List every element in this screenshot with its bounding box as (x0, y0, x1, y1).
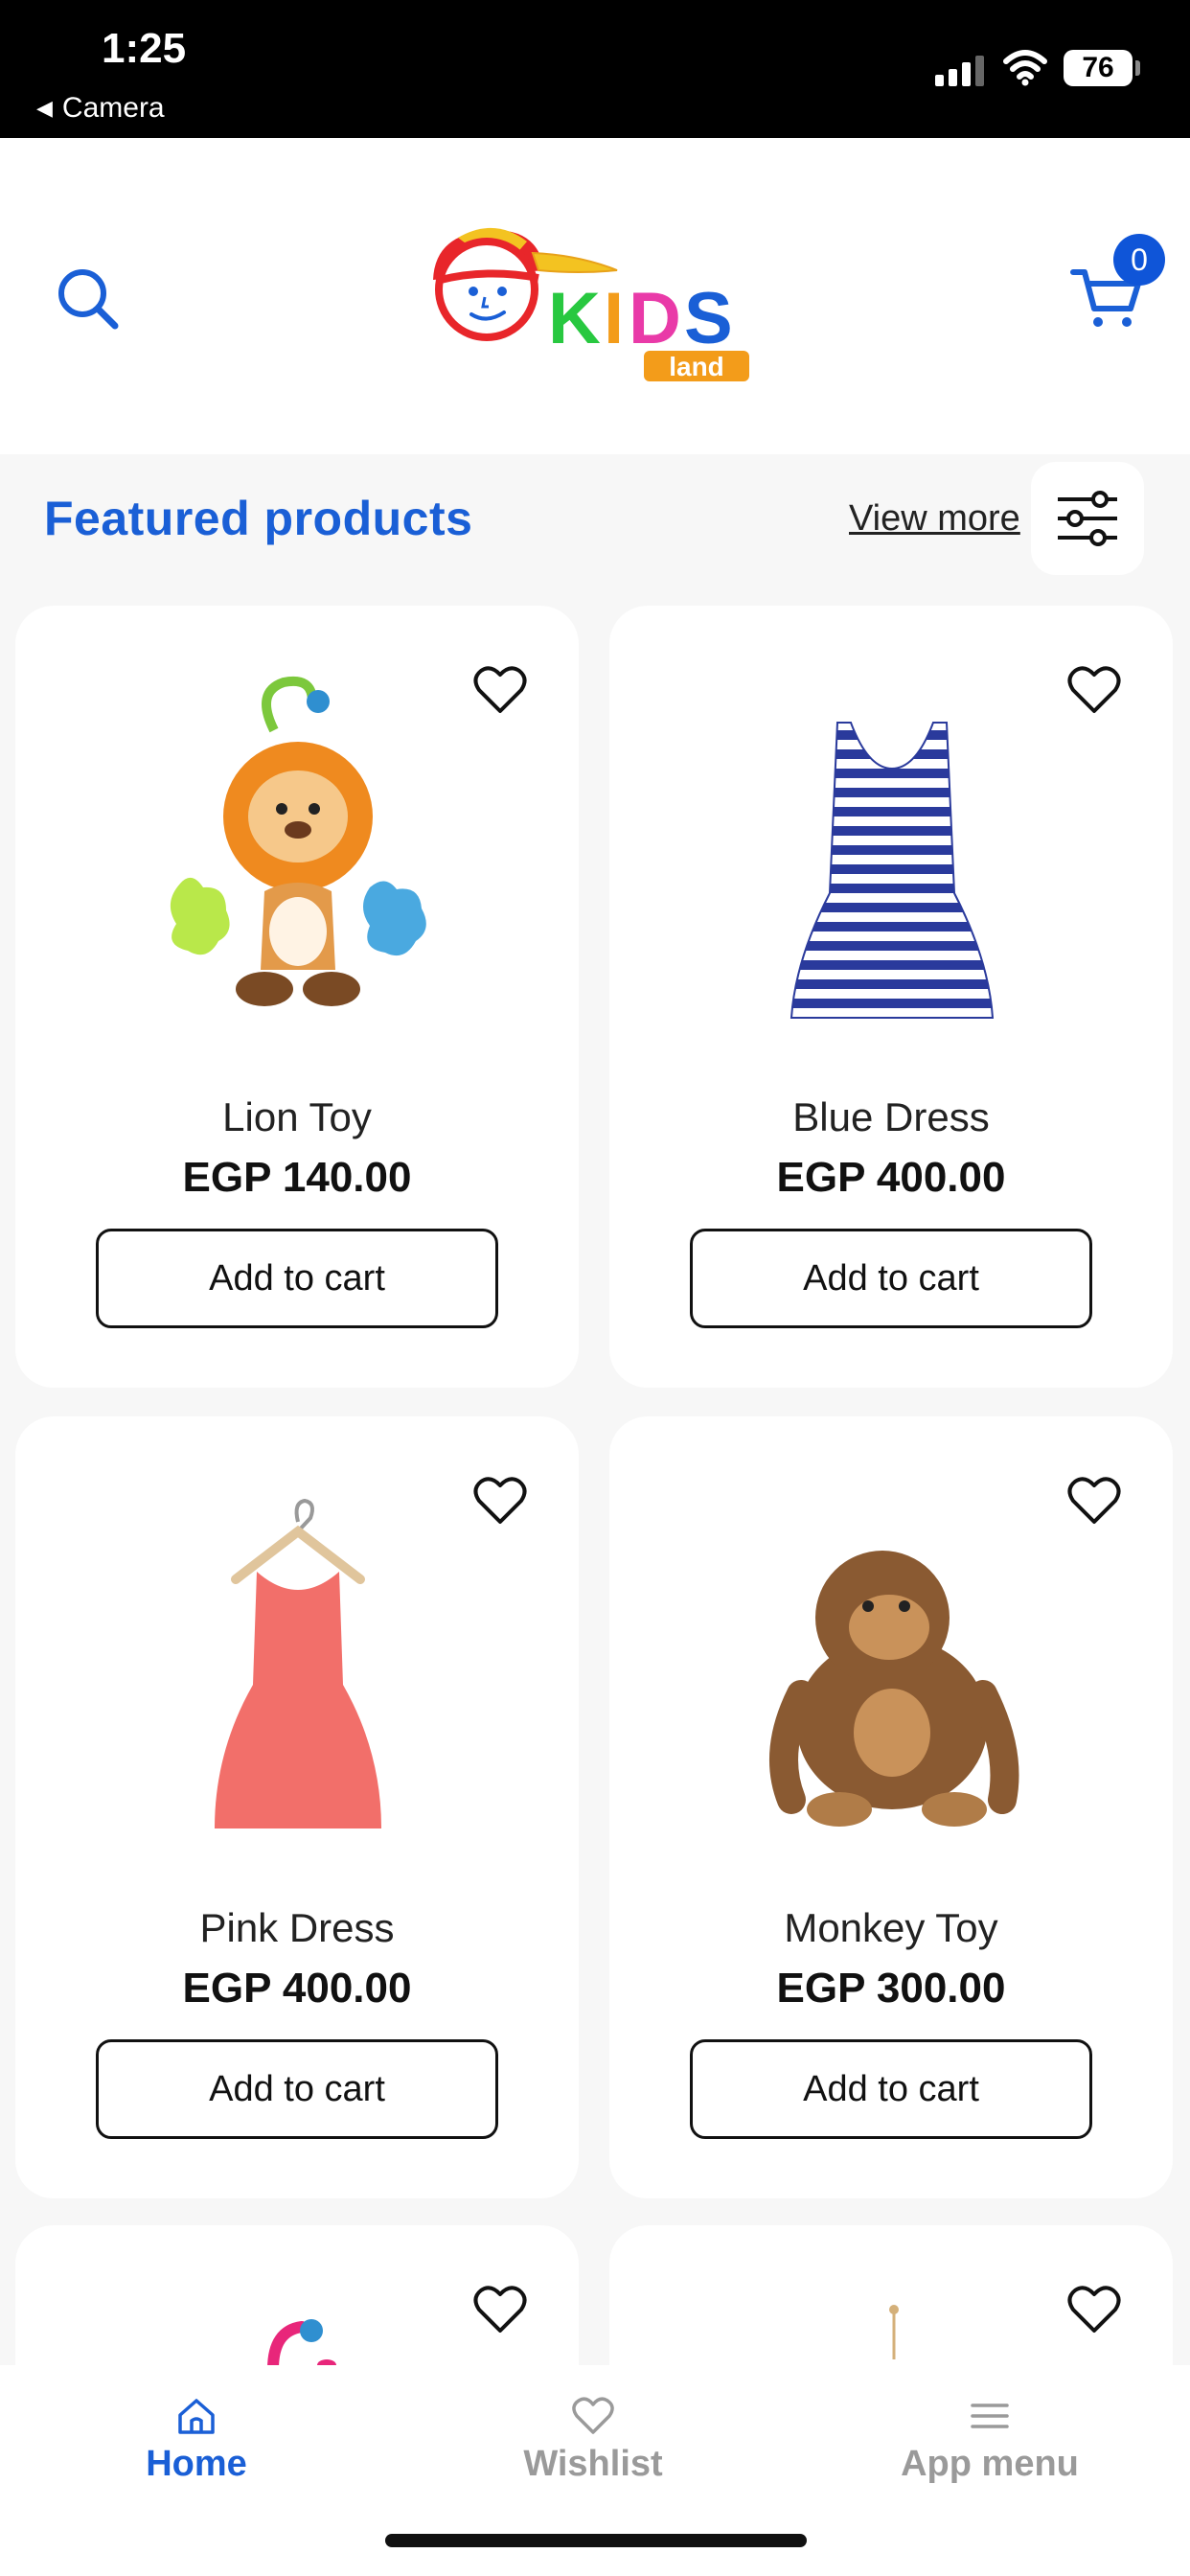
cellular-signal-icon (935, 56, 984, 86)
back-app-label: Camera (61, 92, 165, 124)
nav-home[interactable]: Home (72, 2394, 321, 2485)
app-header: K I D S land 0 (0, 138, 1190, 454)
wishlist-heart-icon[interactable] (473, 1476, 527, 1526)
app-screen: 1:25 ◀ Camera 76 K I D S land 0 Featured… (0, 0, 1190, 2576)
product-price: EGP 400.00 (776, 1154, 1006, 1201)
product-name: Blue Dress (792, 1094, 990, 1139)
product-price: EGP 140.00 (182, 1154, 412, 1201)
status-bar: 1:25 ◀ Camera 76 (0, 0, 1190, 138)
sliders-icon (1058, 491, 1117, 546)
hamburger-menu-icon (971, 2404, 1009, 2428)
back-triangle-icon: ◀ (36, 96, 53, 120)
add-to-cart-button[interactable]: Add to cart (96, 2039, 498, 2139)
lion-toy-image (170, 677, 426, 1006)
svg-text:D: D (629, 278, 681, 359)
product-name: Lion Toy (222, 1094, 372, 1139)
product-name: Pink Dress (199, 1905, 395, 1950)
nav-home-label: Home (146, 2444, 247, 2484)
add-to-cart-button[interactable]: Add to cart (690, 1229, 1092, 1328)
home-icon (178, 2399, 215, 2434)
product-card[interactable]: Lion Toy EGP 140.00 Add to cart (15, 606, 579, 1388)
wishlist-heart-icon[interactable] (1067, 2285, 1121, 2334)
blue-dress-image (790, 722, 995, 1019)
cart-count-badge: 0 (1113, 234, 1165, 286)
home-indicator[interactable] (385, 2534, 807, 2547)
nav-app-menu-label: App menu (901, 2444, 1079, 2484)
wishlist-heart-icon[interactable] (473, 665, 527, 715)
search-icon[interactable] (50, 261, 126, 337)
back-to-app-link[interactable]: ◀ Camera (36, 92, 165, 125)
battery-tip (1135, 60, 1140, 76)
product-name: Monkey Toy (784, 1905, 998, 1950)
kids-land-logo[interactable]: K I D S land (425, 220, 780, 383)
nav-wishlist[interactable]: Wishlist (469, 2394, 718, 2485)
wishlist-heart-icon[interactable] (1067, 1476, 1121, 1526)
monkey-toy-image (769, 1551, 1019, 1827)
status-time: 1:25 (102, 25, 187, 72)
heart-icon (572, 2397, 614, 2434)
product-price: EGP 400.00 (182, 1965, 412, 2012)
svg-text:I: I (604, 278, 624, 359)
svg-text:K: K (548, 278, 601, 359)
wishlist-heart-icon[interactable] (473, 2285, 527, 2334)
filter-button[interactable] (1031, 462, 1144, 575)
add-to-cart-button[interactable]: Add to cart (690, 2039, 1092, 2139)
battery-indicator: 76 (1064, 50, 1133, 86)
nav-wishlist-label: Wishlist (523, 2444, 663, 2484)
product-card[interactable]: Blue Dress EGP 400.00 Add to cart (609, 606, 1173, 1388)
product-card[interactable]: Pink Dress EGP 400.00 Add to cart (15, 1416, 579, 2198)
svg-text:S: S (684, 278, 733, 359)
partial-product-image (889, 2305, 899, 2359)
svg-text:land: land (669, 352, 724, 381)
nav-app-menu[interactable]: App menu (865, 2394, 1114, 2485)
wishlist-heart-icon[interactable] (1067, 665, 1121, 715)
add-to-cart-button[interactable]: Add to cart (96, 1229, 498, 1328)
wifi-icon (1003, 50, 1047, 86)
product-card[interactable]: Monkey Toy EGP 300.00 Add to cart (609, 1416, 1173, 2198)
product-price: EGP 300.00 (776, 1965, 1006, 2012)
partial-product-image (267, 2319, 336, 2369)
section-title: Featured products (44, 492, 473, 545)
pink-dress-image (215, 1498, 381, 1828)
view-more-link[interactable]: View more (849, 498, 1020, 540)
